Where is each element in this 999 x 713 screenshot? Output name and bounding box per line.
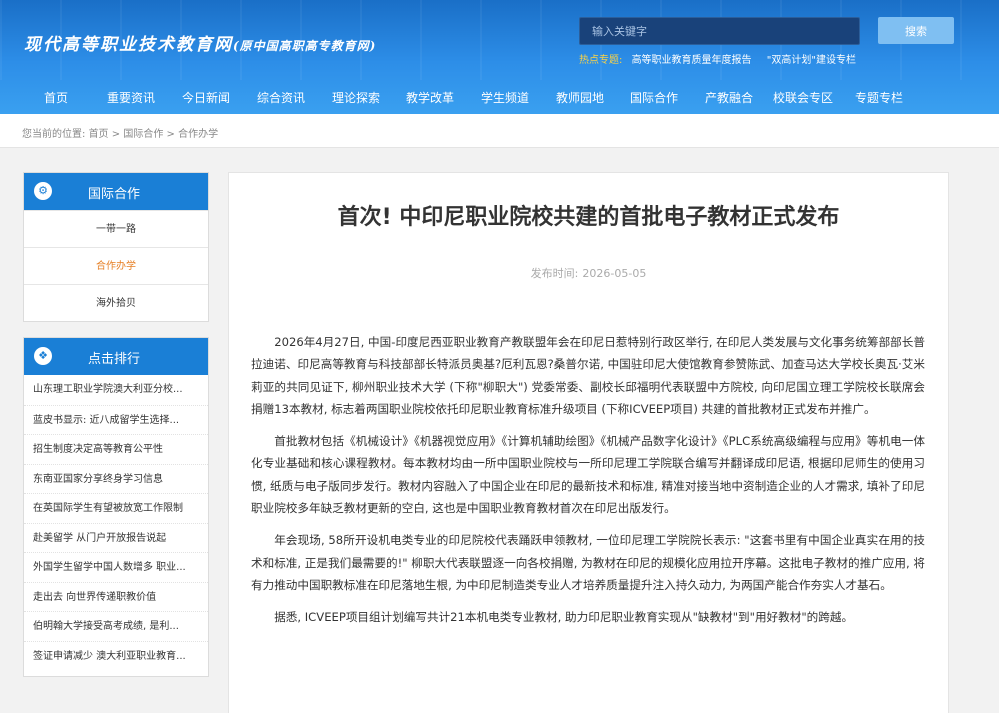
breadcrumb-bar: 您当前的位置: 首页 > 国际合作 > 合作办学 [0, 114, 999, 148]
ranking-item[interactable]: 伯明翰大学接受高考成绩, 是利... [24, 611, 208, 641]
logo-main-text: 现代高等职业技术教育网 [24, 35, 233, 55]
ranking-item[interactable]: 招生制度决定高等教育公平性 [24, 434, 208, 464]
ranking-item[interactable]: 蓝皮书显示: 近八成留学生选择... [24, 404, 208, 435]
ranking-item[interactable]: 走出去 向世界传递职教价值 [24, 581, 208, 612]
breadcrumb-international[interactable]: 国际合作 [123, 129, 163, 140]
ranking-item[interactable]: 赴美留学 从门户开放报告说起 [24, 522, 208, 553]
sidebar-ranking-title: 点击排行 [88, 352, 141, 367]
hot-topic-link[interactable]: "双高计划"建设专栏 [767, 55, 856, 66]
breadcrumb-separator: > [111, 129, 121, 140]
nav-item-theory[interactable]: 理论探索 [332, 89, 380, 106]
settings-gear-icon: ⚙ [34, 182, 52, 200]
article-panel: 首次! 中印尼职业院校共建的首批电子教材正式发布 发布时间: 2026-05-05… [228, 172, 949, 713]
nav-item-international[interactable]: 国际合作 [630, 89, 678, 106]
main-nav: 首页 重要资讯 今日新闻 综合资讯 理论探索 教学改革 学生频道 教师园地 国际… [0, 85, 999, 111]
sidebar-international-title: 国际合作 [88, 187, 141, 202]
logo-sub-text: (原中国高职高专教育网) [233, 39, 377, 53]
ranking-item[interactable]: 山东理工职业学院澳大利亚分校... [24, 375, 208, 405]
search-button[interactable]: 搜索 [878, 17, 954, 44]
article-date-value: 2026-05-05 [582, 267, 647, 280]
sidebar-international: ⚙ 国际合作 一带一路 合作办学 海外拾贝 [23, 172, 209, 322]
ranking-item[interactable]: 东南亚国家分享终身学习信息 [24, 463, 208, 494]
search-input[interactable] [579, 17, 860, 45]
breadcrumb-separator: > [166, 129, 175, 140]
article-title: 首次! 中印尼职业院校共建的首批电子教材正式发布 [337, 205, 840, 230]
site-header: 现代高等职业技术教育网(原中国高职高专教育网) 搜索 热点专题: 高等职业教育质… [0, 0, 999, 114]
site-logo[interactable]: 现代高等职业技术教育网(原中国高职高专教育网) [24, 30, 376, 55]
nav-item-home[interactable]: 首页 [44, 89, 68, 106]
nav-item-students[interactable]: 学生频道 [481, 89, 529, 106]
breadcrumb-current[interactable]: 合作办学 [178, 129, 218, 140]
nav-item-alliance-zone[interactable]: 校联会专区 [773, 89, 833, 106]
sidebar-international-header: ⚙ 国际合作 [24, 173, 208, 210]
article-paragraph: 年会现场, 58所开设机电类专业的印尼院校代表踊跃申领教材, 一位印尼理工学院院… [251, 533, 925, 592]
ranking-item[interactable]: 签证申请减少 澳大利亚职业教育... [24, 640, 208, 671]
hot-topics: 热点专题: 高等职业教育质量年度报告 "双高计划"建设专栏 [579, 51, 868, 66]
nav-item-industry-education[interactable]: 产教融合 [705, 89, 753, 106]
breadcrumb-home[interactable]: 首页 [89, 129, 109, 140]
hot-topics-label: 热点专题: [579, 55, 623, 66]
sidebar-item-overseas[interactable]: 海外拾贝 [24, 284, 208, 321]
article-body: 2026年4月27日, 中国-印度尼西亚职业教育产教联盟年会在印尼日惹特别行政区… [251, 331, 925, 639]
nav-item-general-news[interactable]: 综合资讯 [257, 89, 305, 106]
article-paragraph: 据悉, ICVEEP项目组计划编写共计21本机电类专业教材, 助力印尼职业教育实… [274, 610, 854, 625]
nav-item-today-news[interactable]: 今日新闻 [182, 89, 230, 106]
article-paragraph: 2026年4月27日, 中国-印度尼西亚职业教育产教联盟年会在印尼日惹特别行政区… [251, 335, 925, 416]
sidebar-item-joint-school[interactable]: 合作办学 [24, 247, 208, 284]
article-date: 发布时间: 2026-05-05 [229, 265, 948, 281]
nav-item-teachers[interactable]: 教师园地 [556, 89, 604, 106]
sidebar-ranking-header: ❖ 点击排行 [24, 338, 208, 375]
breadcrumb: 您当前的位置: 首页 > 国际合作 > 合作办学 [22, 125, 218, 140]
article-date-label: 发布时间: [530, 267, 579, 280]
sidebar-ranking: ❖ 点击排行 山东理工职业学院澳大利亚分校... 蓝皮书显示: 近八成留学生选择… [23, 337, 209, 677]
nav-item-important-news[interactable]: 重要资讯 [107, 89, 155, 106]
ranking-item[interactable]: 在英国际学生有望被放宽工作限制 [24, 493, 208, 523]
article-paragraph: 首批教材包括《机械设计》《机器视觉应用》《计算机辅助绘图》《机械产品数字化设计》… [251, 434, 925, 516]
sidebar-item-belt-road[interactable]: 一带一路 [24, 210, 208, 247]
ranking-item[interactable]: 外国学生留学中国人数增多 职业... [24, 552, 208, 582]
breadcrumb-prefix: 您当前的位置: [22, 129, 86, 140]
nav-item-special-topics[interactable]: 专题专栏 [855, 89, 903, 106]
nav-item-teaching-reform[interactable]: 教学改革 [406, 89, 454, 106]
ranking-icon: ❖ [34, 347, 52, 365]
hot-topic-link[interactable]: 高等职业教育质量年度报告 [632, 55, 752, 66]
